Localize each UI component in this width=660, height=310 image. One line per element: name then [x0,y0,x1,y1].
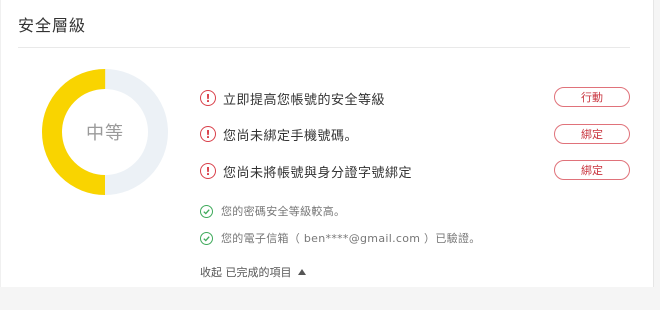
alert-row-phone: ! 您尚未綁定手機號碼。 [200,124,358,144]
security-level-card: 安全層級 中等 ! 立即提高您帳號的安全等級 行動 ! 您尚未綁定手機號碼。 綁… [0,0,654,287]
alert-row-security: ! 立即提高您帳號的安全等級 [200,88,385,108]
completed-text: 您的電子信箱（ ben****@gmail.com ）已驗證。 [221,232,481,245]
collapse-completed-toggle[interactable]: 收起 已完成的項目 [200,264,306,280]
completed-text: 您的密碼安全等級較高。 [221,205,346,218]
alert-row-id: ! 您尚未將帳號與身分證字號綁定 [200,161,412,181]
alert-text: 立即提高您帳號的安全等級 [223,92,386,108]
security-level-donut: 中等 [42,69,168,195]
security-level-label: 中等 [86,123,124,144]
check-circle-icon [200,204,213,218]
section-title: 安全層級 [18,16,87,35]
check-circle-icon [200,231,213,245]
collapse-label: 收起 已完成的項目 [200,266,292,279]
bind-id-button[interactable]: 綁定 [554,160,630,180]
action-button[interactable]: 行動 [554,87,630,107]
exclamation-circle-icon: ! [200,163,216,179]
exclamation-circle-icon: ! [200,126,216,142]
bind-phone-button[interactable]: 綁定 [554,124,630,144]
exclamation-circle-icon: ! [200,90,216,106]
alert-text: 您尚未將帳號與身分證字號綁定 [223,165,413,181]
alert-text: 您尚未綁定手機號碼。 [223,128,359,144]
completed-row-password: 您的密碼安全等級較高。 [200,201,345,221]
divider [18,47,630,48]
completed-row-email: 您的電子信箱（ ben****@gmail.com ）已驗證。 [200,228,481,248]
triangle-up-icon [297,269,306,275]
